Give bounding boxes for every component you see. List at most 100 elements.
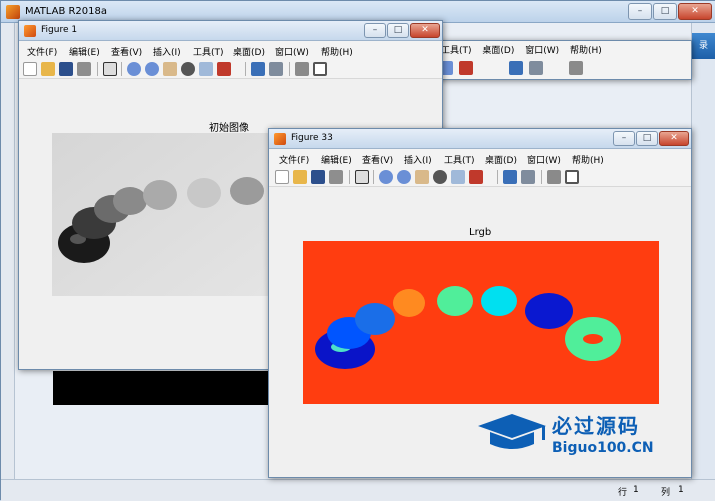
figure-behind-window: 工具(T) 桌面(D) 窗口(W) 帮助(H) [430, 40, 692, 80]
behind-menu-help[interactable]: 帮助(H) [570, 46, 602, 56]
pointer-icon[interactable] [355, 170, 369, 184]
main-window-title: MATLAB R2018a [25, 6, 108, 17]
pan-icon[interactable] [415, 170, 429, 184]
toolbar-separator [349, 170, 350, 184]
menu-file[interactable]: 文件(F) [279, 153, 309, 166]
main-minimize-button[interactable]: – [628, 3, 652, 20]
figure1-maximize-button[interactable]: □ [387, 23, 409, 38]
main-close-button[interactable]: ✕ [678, 3, 712, 20]
main-right-panel: 录 [691, 23, 715, 479]
watermark-english: Biguo100.CN [552, 440, 654, 456]
main-left-panel [1, 23, 15, 479]
menu-tools[interactable]: 工具(T) [193, 45, 224, 58]
menu-help[interactable]: 帮助(H) [572, 153, 604, 166]
toolbar-separator [289, 62, 290, 76]
figure33-maximize-button[interactable]: □ [636, 131, 658, 146]
zoom-out-icon[interactable] [145, 62, 159, 76]
watermark: 必过源码 Biguo100.CN [472, 408, 672, 468]
graduation-cap-icon [478, 414, 546, 449]
figure1-menu-bar: 文件(F) 编辑(E) 查看(V) 插入(I) 工具(T) 桌面(D) 窗口(W… [19, 41, 442, 59]
figure1-minimize-button[interactable]: – [364, 23, 386, 38]
menu-file[interactable]: 文件(F) [27, 45, 57, 58]
legend-icon[interactable] [269, 62, 283, 76]
brush-icon[interactable] [217, 62, 231, 76]
brush-icon[interactable] [459, 61, 473, 75]
toolbar-separator [541, 170, 542, 184]
menu-window[interactable]: 窗口(W) [275, 45, 309, 58]
main-maximize-button[interactable]: □ [653, 3, 677, 20]
data-cursor-icon[interactable] [199, 62, 213, 76]
colorbar-icon[interactable] [251, 62, 265, 76]
figure33-title: Figure 33 [291, 133, 333, 143]
print-icon[interactable] [329, 170, 343, 184]
menu-window[interactable]: 窗口(W) [527, 153, 561, 166]
hide-plot-tools-icon[interactable] [547, 170, 561, 184]
toolbar-separator [373, 170, 374, 184]
rotate-icon[interactable] [433, 170, 447, 184]
hide-plot-tools-icon[interactable] [569, 61, 583, 75]
main-status-bar: 行 1 列 1 [1, 479, 715, 501]
figure33-minimize-button[interactable]: – [613, 131, 635, 146]
show-plot-tools-icon[interactable] [565, 170, 579, 184]
behind-menu-tools[interactable]: 工具(T) [441, 46, 472, 56]
menu-view[interactable]: 查看(V) [111, 45, 142, 58]
menu-desktop[interactable]: 桌面(D) [485, 153, 517, 166]
print-icon[interactable] [77, 62, 91, 76]
toolbar-separator [121, 62, 122, 76]
menu-help[interactable]: 帮助(H) [321, 45, 353, 58]
figure1-toolbar [19, 59, 442, 79]
figure1-title-bar: Figure 1 – □ ✕ [19, 21, 442, 41]
rotate-icon[interactable] [181, 62, 195, 76]
menu-view[interactable]: 查看(V) [362, 153, 393, 166]
new-file-icon[interactable] [275, 170, 289, 184]
colorbar-icon[interactable] [503, 170, 517, 184]
hide-plot-tools-icon[interactable] [295, 62, 309, 76]
toolbar-separator [97, 62, 98, 76]
menu-tools[interactable]: 工具(T) [444, 153, 475, 166]
figure33-title-bar: Figure 33 – □ ✕ [269, 129, 691, 149]
pan-icon[interactable] [163, 62, 177, 76]
figure1-axes-title: 初始图像 [209, 123, 249, 134]
behind-menu-desktop[interactable]: 桌面(D) [482, 46, 514, 56]
zoom-out-icon[interactable] [397, 170, 411, 184]
behind-menu-bar: 工具(T) 桌面(D) 窗口(W) 帮助(H) [441, 43, 602, 56]
zoom-in-icon[interactable] [379, 170, 393, 184]
axes-image-fragment [53, 371, 269, 405]
row-label: 行 [618, 488, 628, 498]
legend-icon[interactable] [521, 170, 535, 184]
menu-desktop[interactable]: 桌面(D) [233, 45, 265, 58]
col-value: 1 [678, 485, 684, 495]
matlab-logo-icon [6, 5, 20, 19]
figure33-close-button[interactable]: ✕ [659, 131, 689, 146]
behind-menu-window[interactable]: 窗口(W) [525, 46, 559, 56]
open-folder-icon[interactable] [293, 170, 307, 184]
save-icon[interactable] [311, 170, 325, 184]
figure1-grayscale-image [52, 133, 270, 296]
ribbon-login-button[interactable]: 录 [692, 33, 715, 59]
figure33-menu-bar: 文件(F) 编辑(E) 查看(V) 插入(I) 工具(T) 桌面(D) 窗口(W… [269, 149, 691, 167]
menu-edit[interactable]: 编辑(E) [321, 153, 352, 166]
watermark-chinese: 必过源码 [552, 414, 640, 438]
figure-icon [274, 133, 286, 145]
figure33-axes-title: Lrgb [469, 227, 492, 238]
toolbar-separator [497, 170, 498, 184]
menu-insert[interactable]: 插入(I) [153, 45, 181, 58]
colorbar-icon[interactable] [509, 61, 523, 75]
zoom-in-icon[interactable] [127, 62, 141, 76]
save-icon[interactable] [59, 62, 73, 76]
new-file-icon[interactable] [23, 62, 37, 76]
col-label: 列 [661, 488, 671, 498]
open-folder-icon[interactable] [41, 62, 55, 76]
figure1-title: Figure 1 [41, 25, 78, 35]
menu-insert[interactable]: 插入(I) [404, 153, 432, 166]
row-value: 1 [633, 485, 639, 495]
pointer-icon[interactable] [103, 62, 117, 76]
toolbar-separator [245, 62, 246, 76]
figure1-close-button[interactable]: ✕ [410, 23, 440, 38]
figure33-label-image [303, 241, 659, 404]
legend-icon[interactable] [529, 61, 543, 75]
data-cursor-icon[interactable] [451, 170, 465, 184]
brush-icon[interactable] [469, 170, 483, 184]
show-plot-tools-icon[interactable] [313, 62, 327, 76]
menu-edit[interactable]: 编辑(E) [69, 45, 100, 58]
